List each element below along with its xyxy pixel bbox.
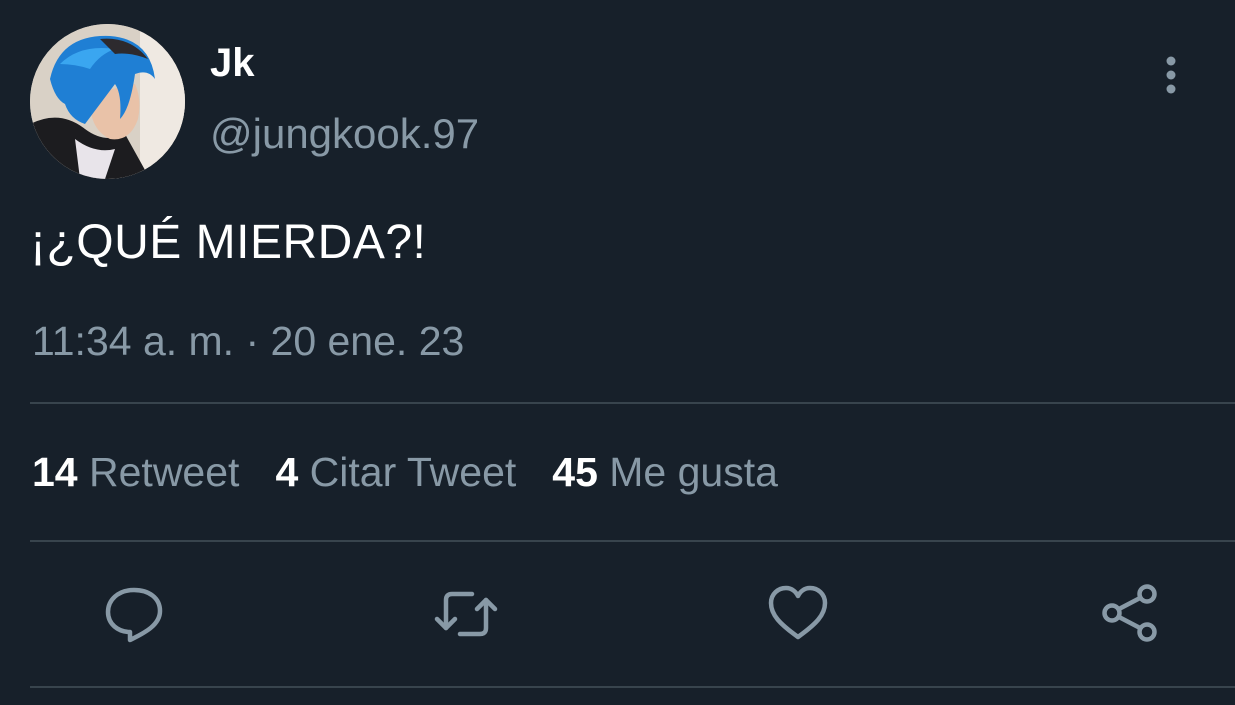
author-name[interactable]: Jk [210, 40, 255, 86]
like-stat[interactable]: 45 Me gusta [552, 446, 778, 498]
more-options-button[interactable] [1152, 54, 1190, 96]
like-label: Me gusta [609, 449, 778, 495]
retweet-button[interactable] [434, 582, 498, 646]
retweet-icon [434, 591, 498, 637]
reply-icon [105, 587, 163, 643]
tweet-timestamp: 11:34 a. m. · 20 ene. 23 [32, 318, 465, 364]
quote-count: 4 [275, 449, 299, 495]
tweet-text: ¡¿QUÉ MIERDA?! [30, 216, 427, 269]
retweet-count: 14 [32, 449, 78, 495]
share-icon [1102, 584, 1157, 642]
avatar-image [30, 24, 185, 179]
like-count: 45 [552, 449, 598, 495]
like-button[interactable] [766, 582, 830, 646]
avatar[interactable] [30, 24, 185, 179]
quote-label: Citar Tweet [309, 449, 517, 495]
share-button[interactable] [1098, 582, 1162, 646]
author-handle[interactable]: @jungkook.97 [210, 110, 479, 158]
divider-top [30, 402, 1235, 404]
retweet-stat[interactable]: 14 Retweet [32, 446, 239, 498]
retweet-label: Retweet [89, 449, 240, 495]
divider-bottom [30, 686, 1235, 688]
reply-button[interactable] [102, 582, 166, 646]
quote-stat[interactable]: 4 Citar Tweet [275, 446, 516, 498]
more-vertical-icon [1166, 56, 1176, 94]
divider-middle [30, 540, 1235, 542]
tweet-stats: 14 Retweet 4 Citar Tweet 45 Me gusta [32, 446, 814, 498]
heart-icon [768, 585, 828, 640]
